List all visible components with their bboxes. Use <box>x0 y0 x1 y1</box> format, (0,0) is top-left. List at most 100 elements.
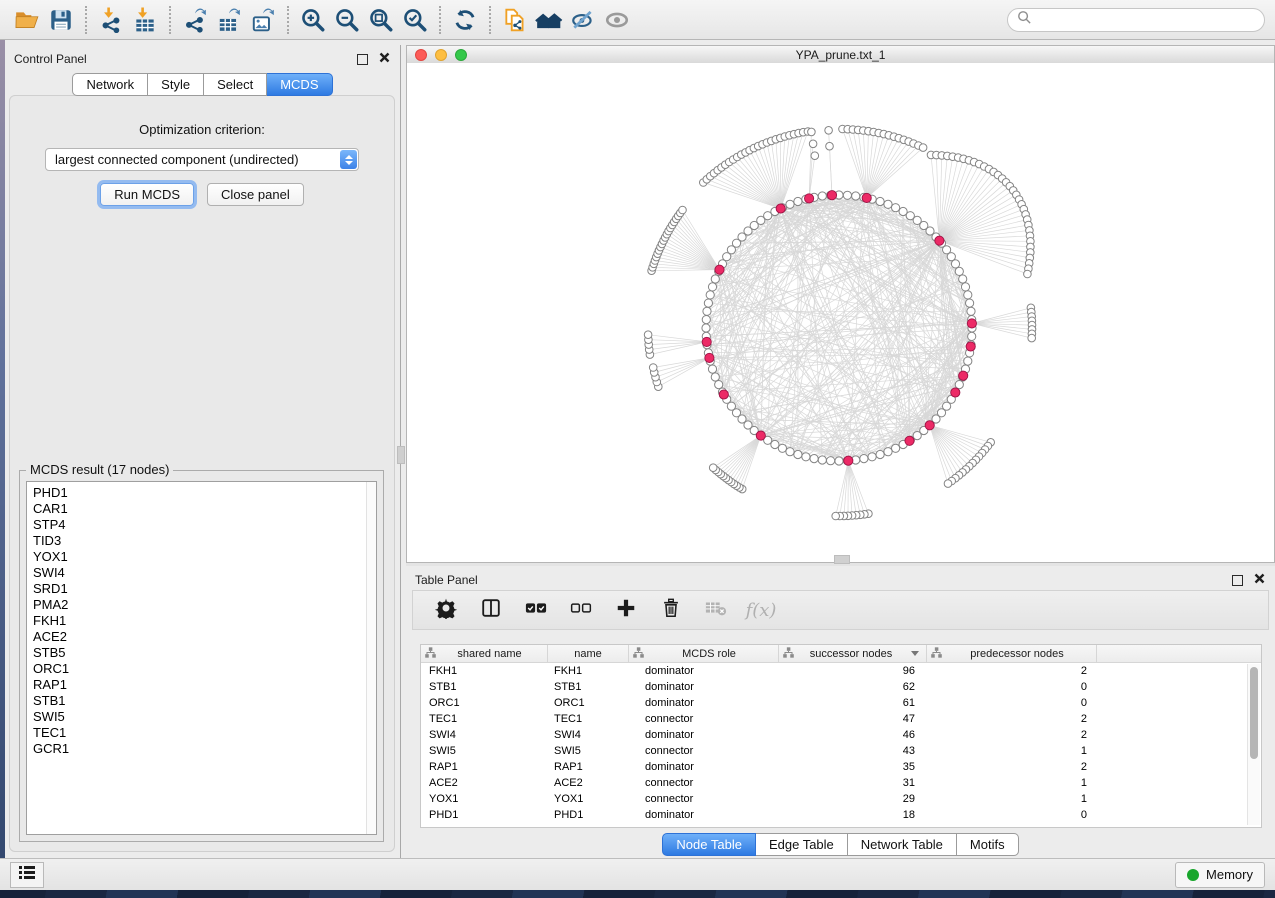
network-node[interactable] <box>868 453 876 461</box>
table-cell[interactable]: dominator <box>629 727 779 743</box>
table-cell[interactable]: SWI4 <box>421 727 548 743</box>
mcds-result-item[interactable]: CAR1 <box>27 501 376 517</box>
apply-layout-button[interactable] <box>448 5 482 35</box>
network-node[interactable] <box>827 457 835 465</box>
mcds-node[interactable] <box>905 436 914 445</box>
table-cell[interactable]: SWI4 <box>548 727 629 743</box>
network-node[interactable] <box>708 283 716 291</box>
memory-button[interactable]: Memory <box>1175 862 1265 888</box>
mcds-node[interactable] <box>756 431 765 440</box>
table-cell[interactable]: 1 <box>927 791 1097 807</box>
horizontal-splitter-handle[interactable] <box>834 555 850 564</box>
vertical-splitter-handle[interactable] <box>397 446 405 464</box>
mcds-result-item[interactable]: STB1 <box>27 693 376 709</box>
network-node[interactable] <box>1028 334 1036 342</box>
mcds-result-item[interactable]: YOX1 <box>27 549 376 565</box>
table-cell[interactable]: connector <box>629 743 779 759</box>
mcds-node[interactable] <box>925 421 934 430</box>
tab-motifs[interactable]: Motifs <box>957 833 1019 856</box>
network-node[interactable] <box>955 267 963 275</box>
table-cell[interactable]: 29 <box>779 791 927 807</box>
table-row[interactable]: RAP1RAP1dominator352 <box>421 759 1261 775</box>
table-cell[interactable]: connector <box>629 775 779 791</box>
network-node[interactable] <box>825 127 833 135</box>
table-scrollbar[interactable] <box>1247 664 1260 825</box>
table-cell[interactable]: TEC1 <box>421 711 548 727</box>
table-cell[interactable]: 0 <box>927 679 1097 695</box>
network-node[interactable] <box>884 200 892 208</box>
network-node[interactable] <box>818 192 826 200</box>
delete-column-button[interactable] <box>658 597 684 623</box>
table-row[interactable]: FKH1FKH1dominator962 <box>421 663 1261 679</box>
network-node[interactable] <box>955 381 963 389</box>
table-cell[interactable]: 31 <box>779 775 927 791</box>
show-graphics-details-button[interactable] <box>600 5 634 35</box>
network-node[interactable] <box>852 192 860 200</box>
mcds-node[interactable] <box>967 319 976 328</box>
network-node[interactable] <box>704 299 712 307</box>
open-file-button[interactable] <box>10 5 44 35</box>
network-node[interactable] <box>644 331 652 339</box>
show-column-panel-button[interactable] <box>478 597 504 623</box>
network-node[interactable] <box>809 140 817 148</box>
mcds-node[interactable] <box>935 236 944 245</box>
float-table-panel-button[interactable] <box>1229 572 1245 588</box>
tab-select[interactable]: Select <box>204 73 267 96</box>
network-node[interactable] <box>802 453 810 461</box>
table-cell[interactable]: 43 <box>779 743 927 759</box>
table-cell[interactable]: FKH1 <box>548 663 629 679</box>
network-node[interactable] <box>967 307 975 315</box>
table-cell[interactable]: dominator <box>629 663 779 679</box>
network-node[interactable] <box>778 444 786 452</box>
table-row[interactable]: ORC1ORC1dominator610 <box>421 695 1261 711</box>
network-node[interactable] <box>964 357 972 365</box>
save-session-button[interactable] <box>44 5 78 35</box>
table-cell[interactable]: RAP1 <box>421 759 548 775</box>
table-cell[interactable]: YOX1 <box>421 791 548 807</box>
table-row[interactable]: YOX1YOX1connector291 <box>421 791 1261 807</box>
minimize-traffic-light[interactable] <box>435 49 447 61</box>
table-row[interactable]: TEC1TEC1connector472 <box>421 711 1261 727</box>
table-cell[interactable]: ORC1 <box>421 695 548 711</box>
mcds-result-item[interactable]: PHD1 <box>27 485 376 501</box>
table-cell[interactable]: STB1 <box>548 679 629 695</box>
mcds-result-item[interactable]: SRD1 <box>27 581 376 597</box>
hide-graphics-details-button[interactable] <box>566 5 600 35</box>
network-node[interactable] <box>961 283 969 291</box>
network-node[interactable] <box>944 480 952 488</box>
column-header-mcds-role[interactable]: MCDS role <box>629 645 779 662</box>
export-network-button[interactable] <box>178 5 212 35</box>
table-cell[interactable]: 18 <box>779 807 927 823</box>
table-cell[interactable]: RAP1 <box>548 759 629 775</box>
column-header-shared-name[interactable]: shared name <box>421 645 548 662</box>
network-node[interactable] <box>884 448 892 456</box>
table-cell[interactable]: ACE2 <box>421 775 548 791</box>
table-cell[interactable]: 2 <box>927 727 1097 743</box>
mcds-node[interactable] <box>702 337 711 346</box>
table-cell[interactable]: STB1 <box>421 679 548 695</box>
table-cell[interactable]: dominator <box>629 695 779 711</box>
table-row[interactable]: ACE2ACE2connector311 <box>421 775 1261 791</box>
mcds-result-item[interactable]: STB5 <box>27 645 376 661</box>
mcds-node[interactable] <box>966 342 975 351</box>
network-node[interactable] <box>706 291 714 299</box>
network-node[interactable] <box>964 291 972 299</box>
mcds-list-scrollbar[interactable] <box>366 482 376 834</box>
table-cell[interactable]: connector <box>629 791 779 807</box>
mcds-result-item[interactable]: PMA2 <box>27 597 376 613</box>
zoom-out-button[interactable] <box>330 5 364 35</box>
table-cell[interactable]: 0 <box>927 695 1097 711</box>
table-cell[interactable]: 96 <box>779 663 927 679</box>
network-node[interactable] <box>843 191 851 199</box>
tab-mcds[interactable]: MCDS <box>267 73 332 96</box>
network-node[interactable] <box>959 275 967 283</box>
mcds-node[interactable] <box>715 265 724 274</box>
import-network-button[interactable] <box>94 5 128 35</box>
table-cell[interactable]: connector <box>629 711 779 727</box>
network-node[interactable] <box>711 373 719 381</box>
table-cell[interactable]: FKH1 <box>421 663 548 679</box>
show-task-history-button[interactable] <box>10 862 44 888</box>
network-node[interactable] <box>919 144 927 152</box>
network-node[interactable] <box>892 444 900 452</box>
mcds-result-item[interactable]: RAP1 <box>27 677 376 693</box>
